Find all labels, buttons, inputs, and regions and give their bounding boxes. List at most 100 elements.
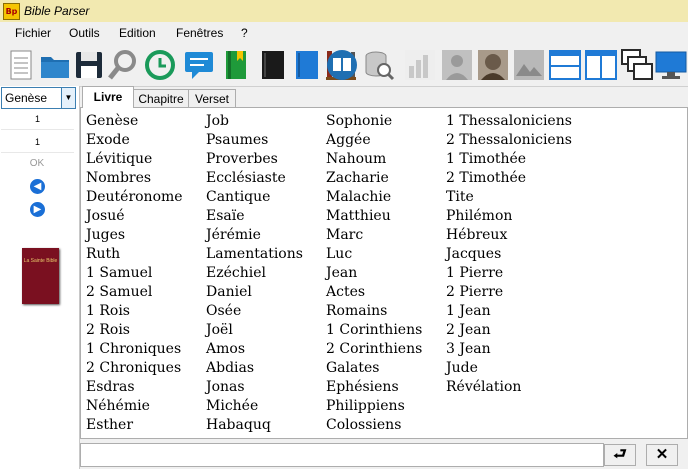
book-item[interactable]: Colossiens (326, 416, 422, 435)
book-item[interactable]: Esther (86, 416, 183, 435)
book-item[interactable]: Ecclésiaste (206, 169, 303, 188)
comment-icon[interactable] (182, 48, 216, 82)
book-item[interactable]: Jude (446, 359, 572, 378)
book-item[interactable]: 1 Samuel (86, 264, 183, 283)
query-input[interactable] (80, 443, 604, 467)
book-item[interactable]: Marc (326, 226, 422, 245)
bar-chart-icon[interactable] (403, 48, 437, 82)
book-item[interactable]: Joël (206, 321, 303, 340)
book-item[interactable]: Jonas (206, 378, 303, 397)
book-item[interactable]: 2 Thessaloniciens (446, 131, 572, 150)
book-item[interactable]: Psaumes (206, 131, 303, 150)
bookmark-book-icon[interactable] (219, 48, 253, 82)
book-item[interactable]: Matthieu (326, 207, 422, 226)
book-item[interactable]: Ephésiens (326, 378, 422, 397)
ok-button[interactable]: OK (0, 158, 74, 169)
book-item[interactable]: 1 Thessaloniciens (446, 112, 572, 131)
book-item[interactable]: Nahoum (326, 150, 422, 169)
book-item[interactable]: Deutéronome (86, 188, 183, 207)
book-item[interactable]: 1 Corinthiens (326, 321, 422, 340)
tab-livre[interactable]: Livre (82, 86, 134, 108)
book-item[interactable]: Malachie (326, 188, 422, 207)
author-portrait-icon[interactable] (476, 48, 510, 82)
book-item[interactable]: 1 Jean (446, 302, 572, 321)
open-book-button[interactable] (325, 48, 359, 82)
monitor-icon[interactable] (654, 48, 688, 82)
book-select[interactable]: Genèse ▼ (1, 87, 76, 109)
book-item[interactable]: Jérémie (206, 226, 303, 245)
close-icon[interactable]: ✕ (646, 444, 678, 466)
book-item[interactable]: Sophonie (326, 112, 422, 131)
menu-help[interactable]: ? (241, 26, 248, 40)
tab-verset[interactable]: Verset (188, 89, 236, 108)
save-icon[interactable] (72, 48, 106, 82)
menu-edition[interactable]: Edition (119, 26, 156, 40)
book-item[interactable]: Ezéchiel (206, 264, 303, 283)
book-item[interactable]: Genèse (86, 112, 183, 131)
horizontal-split-icon[interactable] (548, 48, 582, 82)
arrow-right-icon[interactable]: ▶ (30, 202, 45, 217)
document-icon[interactable] (4, 48, 38, 82)
book-item[interactable]: Néhémie (86, 397, 183, 416)
chevron-down-icon[interactable]: ▼ (61, 88, 75, 108)
menu-fichier[interactable]: Fichier (15, 26, 51, 40)
book-item[interactable]: Michée (206, 397, 303, 416)
book-item[interactable]: Esaïe (206, 207, 303, 226)
history-clock-icon[interactable] (143, 48, 177, 82)
book-item[interactable]: Amos (206, 340, 303, 359)
book-item[interactable]: Philémon (446, 207, 572, 226)
book-item[interactable]: Révélation (446, 378, 572, 397)
book-item[interactable]: Ruth (86, 245, 183, 264)
book-item[interactable]: Zacharie (326, 169, 422, 188)
book-item[interactable]: Nombres (86, 169, 183, 188)
book-item[interactable]: Jean (326, 264, 422, 283)
book-item[interactable]: 2 Rois (86, 321, 183, 340)
book-item[interactable]: Esdras (86, 378, 183, 397)
blue-book-icon[interactable] (290, 48, 324, 82)
book-item[interactable]: Habaquq (206, 416, 303, 435)
book-item[interactable]: Juges (86, 226, 183, 245)
search-icon[interactable] (106, 48, 140, 82)
book-item[interactable]: Philippiens (326, 397, 422, 416)
black-book-icon[interactable] (256, 48, 290, 82)
tab-chapitre[interactable]: Chapitre (132, 89, 190, 108)
book-item[interactable]: 1 Timothée (446, 150, 572, 169)
book-item[interactable]: Hébreux (446, 226, 572, 245)
book-item[interactable]: Exode (86, 131, 183, 150)
book-item[interactable]: Osée (206, 302, 303, 321)
book-item[interactable]: Romains (326, 302, 422, 321)
book-item[interactable]: Daniel (206, 283, 303, 302)
book-item[interactable]: 2 Pierre (446, 283, 572, 302)
book-item[interactable]: 1 Chroniques (86, 340, 183, 359)
book-item[interactable]: 2 Samuel (86, 283, 183, 302)
book-item[interactable]: Luc (326, 245, 422, 264)
book-item[interactable]: Aggée (326, 131, 422, 150)
book-item[interactable]: Cantique (206, 188, 303, 207)
book-item[interactable]: Josué (86, 207, 183, 226)
book-item[interactable]: Actes (326, 283, 422, 302)
verse-field[interactable]: 1 (1, 132, 74, 153)
menu-fenetres[interactable]: Fenêtres (176, 26, 223, 40)
book-item[interactable]: Jacques (446, 245, 572, 264)
enter-arrow-icon[interactable]: ⮐ (604, 444, 636, 466)
book-item[interactable]: Galates (326, 359, 422, 378)
portrait-icon[interactable] (440, 48, 474, 82)
book-item[interactable]: 2 Chroniques (86, 359, 183, 378)
book-item[interactable]: Lévitique (86, 150, 183, 169)
folder-open-icon[interactable] (38, 48, 72, 82)
book-item[interactable]: 2 Timothée (446, 169, 572, 188)
chapter-field[interactable]: 1 (1, 109, 74, 130)
painting-icon[interactable] (512, 48, 546, 82)
book-item[interactable]: Proverbes (206, 150, 303, 169)
book-item[interactable]: 2 Corinthiens (326, 340, 422, 359)
book-item[interactable]: Job (206, 112, 303, 131)
database-search-icon[interactable] (362, 48, 396, 82)
cascade-windows-icon[interactable] (620, 48, 654, 82)
book-item[interactable]: 3 Jean (446, 340, 572, 359)
vertical-split-icon[interactable] (584, 48, 618, 82)
book-item[interactable]: 2 Jean (446, 321, 572, 340)
book-item[interactable]: Tite (446, 188, 572, 207)
book-item[interactable]: Lamentations (206, 245, 303, 264)
book-item[interactable]: 1 Pierre (446, 264, 572, 283)
menu-outils[interactable]: Outils (69, 26, 100, 40)
